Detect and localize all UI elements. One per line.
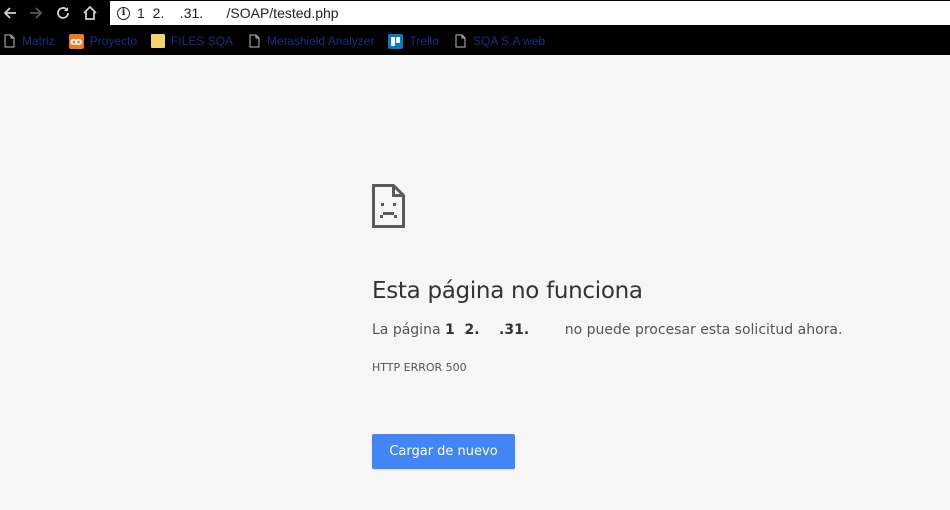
document-icon [247, 33, 261, 49]
error-title: Esta página no funciona [372, 278, 643, 304]
address-bar[interactable]: i 1 2. .31. /SOAP/tested.php [110, 1, 950, 25]
home-button[interactable] [80, 3, 100, 23]
forward-button[interactable] [26, 3, 46, 23]
error-desc-suffix: no puede procesar esta solicitud ahora. [529, 322, 843, 338]
error-description: La página 1 2. .31. no puede procesar es… [372, 322, 932, 338]
reload-page-button[interactable] [53, 3, 73, 23]
document-icon [453, 33, 467, 49]
bookmark-matriz[interactable]: Matriz [2, 27, 55, 55]
document-icon [2, 33, 16, 49]
trello-icon [388, 33, 404, 49]
error-content: Esta página no funciona La página 1 2. .… [372, 184, 932, 374]
bookmark-label: Metashield Analyzer [267, 34, 375, 48]
sad-page-icon [372, 184, 405, 228]
bookmark-sqa-web[interactable]: SQA S.A web [453, 27, 545, 55]
reload-button[interactable]: Cargar de nuevo [372, 434, 515, 469]
bookmark-trello[interactable]: Trello [388, 27, 439, 55]
back-arrow-icon [3, 7, 16, 19]
bookmark-label: Matriz [22, 34, 55, 48]
error-desc-host: 1 2. .31. [444, 322, 530, 338]
bookmark-files-sqa[interactable]: FILES SQA [151, 27, 233, 55]
home-icon [83, 5, 97, 20]
url-path: /SOAP/tested.php [203, 5, 339, 21]
bookmark-label: FILES SQA [171, 34, 234, 48]
info-icon[interactable]: i [117, 6, 130, 20]
browser-toolbar: i 1 2. .31. /SOAP/tested.php [0, 0, 950, 27]
bookmark-metashield[interactable]: Metashield Analyzer [247, 27, 374, 55]
bookmark-label: SQA S.A web [473, 34, 546, 48]
error-code: HTTP ERROR 500 [372, 361, 467, 374]
bookmark-label: Proyecto [89, 34, 138, 48]
xampp-icon: ꝏ [68, 33, 84, 49]
url-host: 1 2. .31. [137, 5, 204, 21]
bookmark-label: Trello [409, 34, 440, 48]
forward-arrow-icon [30, 7, 43, 19]
bookmark-proyecto[interactable]: ꝏ Proyecto [68, 27, 138, 55]
bookmarks-bar: Matriz ꝏ Proyecto FILES SQA Metashield A… [0, 27, 950, 55]
refresh-icon [57, 7, 69, 19]
error-desc-prefix: La página [372, 322, 445, 338]
folder-icon [151, 34, 166, 48]
back-button[interactable] [0, 3, 20, 23]
